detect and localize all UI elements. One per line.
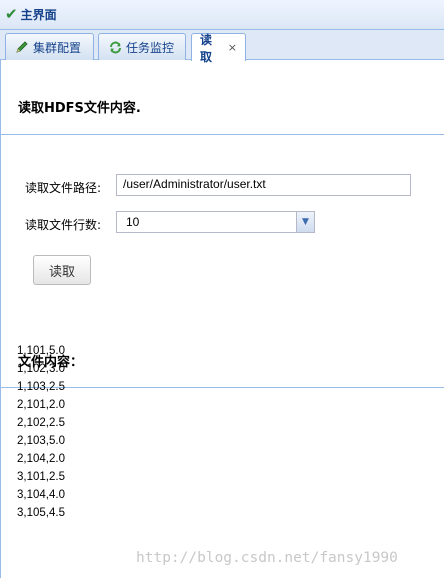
watermark: http://blog.csdn.net/fansy1990 [136,550,398,566]
chevron-down-icon[interactable]: ▼ [296,212,314,232]
tab-task-monitor[interactable]: 任务监控 [98,33,186,60]
content-line: 1,103,2.5 [17,381,65,393]
content-line: 2,103,5.0 [17,435,65,447]
tab-read[interactable]: 读取 × [191,33,246,64]
content-line: 2,102,2.5 [17,417,65,429]
refresh-icon [107,39,123,55]
tab-cluster-config[interactable]: 集群配置 [5,33,94,60]
pencil-icon [14,39,30,55]
rows-select-value: 10 [126,215,140,229]
window-title: 主界面 [20,8,57,22]
tab-label: 集群配置 [33,40,82,55]
rows-label: 读取文件行数: [25,218,102,232]
check-icon: ✔ [5,5,18,23]
close-icon[interactable]: × [228,41,237,54]
read-panel: 读取HDFS文件内容. 读取文件路径: /user/Administrator/… [0,60,444,578]
page-heading: 读取HDFS文件内容. [18,101,141,116]
content-line: 1,102,3.0 [17,363,65,375]
content-line: 1,101,5.0 [17,345,65,357]
tab-strip: 集群配置 任务监控 读取 × [0,30,444,64]
file-path-input[interactable]: /user/Administrator/user.txt [116,174,411,196]
content-line: 3,104,4.0 [17,489,65,501]
content-line: 2,104,2.0 [17,453,65,465]
content-line: 3,105,4.5 [17,507,65,519]
divider [1,387,444,388]
path-label: 读取文件路径: [25,181,102,195]
rows-select[interactable]: 10 ▼ [116,211,315,233]
divider [1,134,444,135]
tab-label: 任务监控 [126,40,175,55]
read-button[interactable]: 读取 [33,255,91,285]
file-content: 1,101,5.0 1,102,3.0 1,103,2.5 2,101,2.0 … [17,342,65,522]
content-line: 2,101,2.0 [17,399,65,411]
content-line: 3,101,2.5 [17,471,65,483]
window-titlebar: ✔ 主界面 [0,0,444,30]
